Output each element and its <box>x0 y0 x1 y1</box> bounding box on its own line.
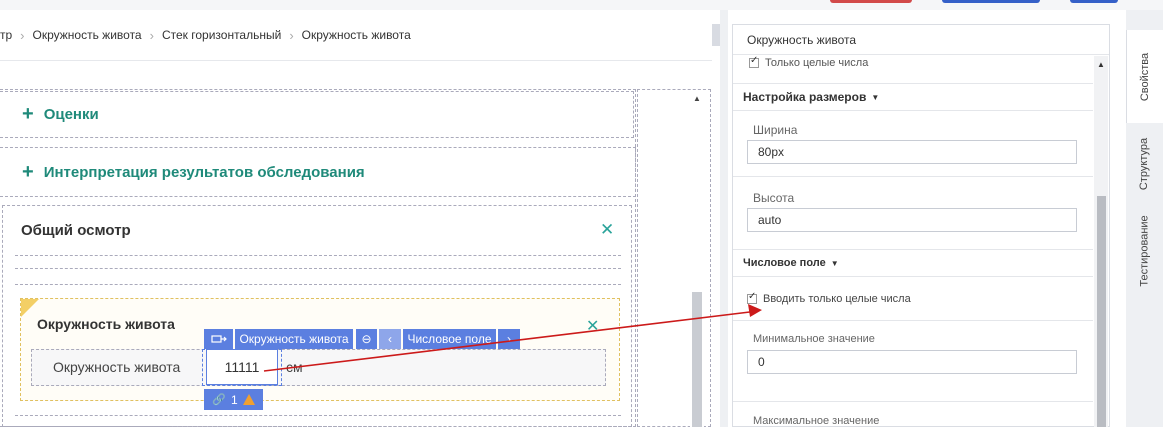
annotation-arrow <box>263 304 762 372</box>
